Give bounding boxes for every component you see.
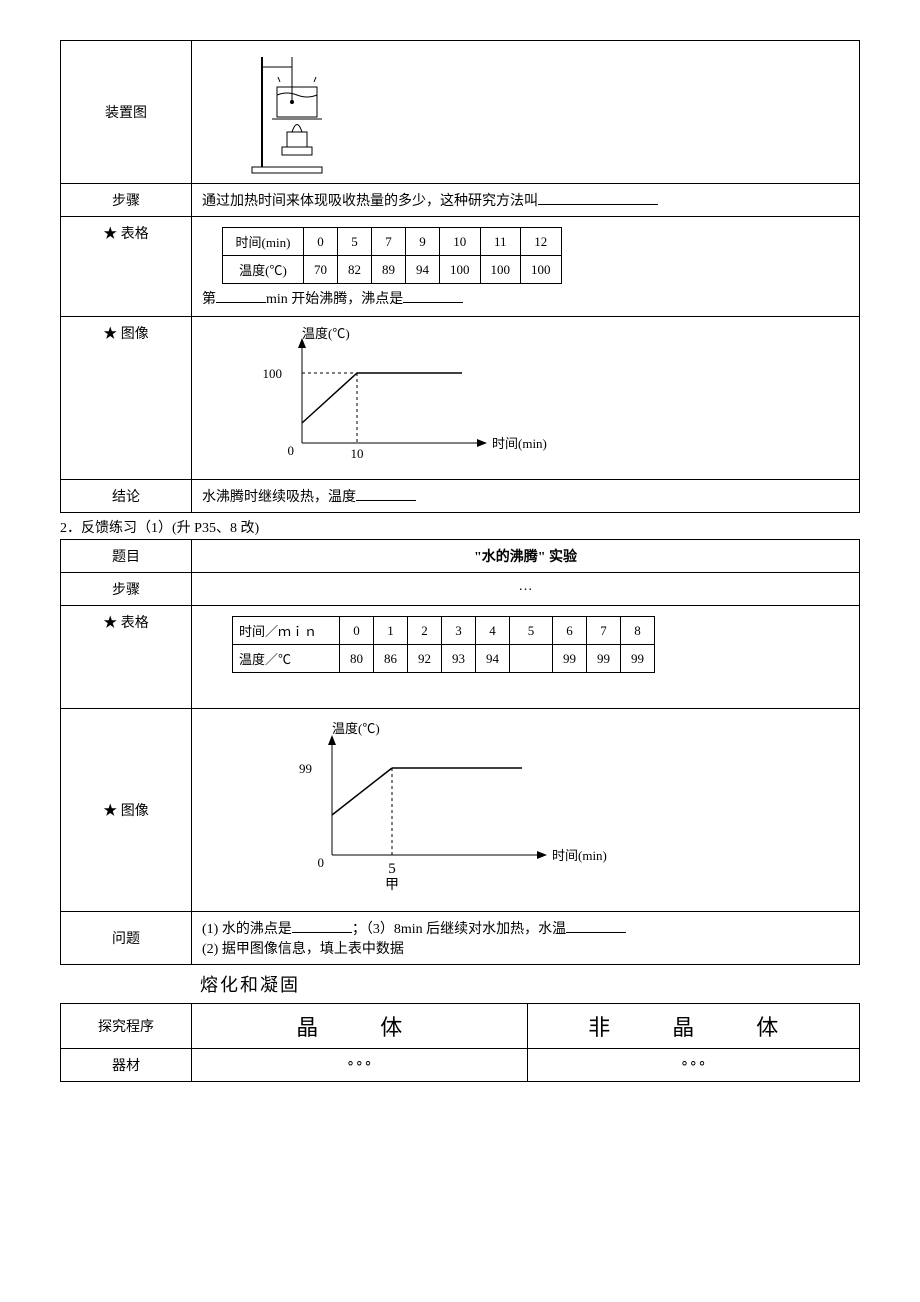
t1-temp-4: 100 [440, 256, 481, 284]
q1b: ；（3）8min 后继续对水加热，水温 [352, 922, 566, 937]
t2-time-5: 5 [510, 617, 553, 645]
boil-line: 第 min 开始沸腾，沸点是 [202, 288, 849, 308]
t2-time-7: 7 [587, 617, 621, 645]
xlabel: 时间(min) [492, 436, 547, 451]
temperature-time-chart-1: 温度(℃) 时间(min) 100 0 10 [242, 323, 562, 473]
row-step2-label: 步骤 [61, 573, 192, 606]
melting-table: 探究程序 晶 体 非 晶 体 器材 ∘∘∘ ∘∘∘ [60, 1003, 860, 1082]
row-title-content: "水的沸腾" 实验 [192, 540, 860, 573]
blank-boil-point[interactable] [403, 288, 463, 303]
t2-temp-1: 86 [374, 645, 408, 673]
t1-temp-5: 100 [480, 256, 521, 284]
t1-temp-1: 82 [338, 256, 372, 284]
t1-time-1: 5 [338, 228, 372, 256]
ylabel: 温度(℃) [302, 326, 350, 341]
svg-text:0: 0 [318, 855, 325, 870]
row-concl-content: 水沸腾时继续吸热，温度 [192, 480, 860, 513]
row-step-label: 步骤 [61, 184, 192, 217]
t2-time-1: 1 [374, 617, 408, 645]
t2-temp-7: 99 [587, 645, 621, 673]
t2-time-0: 0 [340, 617, 374, 645]
row-table-label: ★ 表格 [61, 217, 192, 317]
blank-method[interactable] [538, 190, 658, 205]
temp2-header: 温度／℃ [233, 645, 340, 673]
t2-temp-4: 94 [476, 645, 510, 673]
step-text: 通过加热时间来体现吸收热量的多少，这种研究方法叫 [202, 194, 538, 209]
t2-temp-0: 80 [340, 645, 374, 673]
t1-time-6: 12 [521, 228, 562, 256]
row-table-content: 时间(min) 0 5 7 9 10 11 12 温度(℃) 70 82 89 … [192, 217, 860, 317]
temperature-time-chart-2: 温度(℃) 时间(min) 99 0 5 甲 [252, 715, 612, 895]
t2-temp-3: 93 [442, 645, 476, 673]
t1-time-2: 7 [372, 228, 406, 256]
section-title: 熔化和凝固 [200, 971, 860, 997]
row-graph2-label: ★ 图像 [61, 709, 192, 912]
blank-bp[interactable] [292, 918, 352, 933]
svg-text:甲: 甲 [385, 878, 399, 893]
text-mid: min 开始沸腾，沸点是 [266, 292, 403, 307]
row-apparatus-content [192, 41, 860, 184]
blank-aftertemp[interactable] [566, 918, 626, 933]
row-equip-label: 器材 [61, 1049, 192, 1082]
svg-text:100: 100 [263, 366, 283, 381]
time-header: 时间(min) [223, 228, 304, 256]
apparatus-diagram-icon [232, 47, 352, 177]
row-title-label: 题目 [61, 540, 192, 573]
row-graph-label: ★ 图像 [61, 317, 192, 480]
t2-temp-8: 99 [621, 645, 655, 673]
head-noncrystal: 非 晶 体 [527, 1004, 859, 1049]
row-apparatus-label: 装置图 [61, 41, 192, 184]
blank-boil-min[interactable] [216, 288, 266, 303]
equip-noncrystal: ∘∘∘ [527, 1049, 859, 1082]
svg-text:温度(℃): 温度(℃) [332, 721, 380, 736]
row-table2-label: ★ 表格 [61, 606, 192, 709]
t2-time-6: 6 [553, 617, 587, 645]
row-table2-content: 时间／ｍｉｎ 0 1 2 3 4 5 6 7 8 温度／℃ 80 86 92 9… [192, 606, 860, 709]
t1-temp-0: 70 [304, 256, 338, 284]
equip-crystal: ∘∘∘ [192, 1049, 528, 1082]
t1-time-0: 0 [304, 228, 338, 256]
row-graph-content: 温度(℃) 时间(min) 100 0 10 [192, 317, 860, 480]
row-q-content: (1) 水的沸点是 ；（3）8min 后继续对水加热，水温 (2) 据甲图像信息，… [192, 912, 860, 965]
title-text: "水的沸腾" 实验 [474, 550, 577, 565]
q1: (1) 水的沸点是 ；（3）8min 后继续对水加热，水温 [202, 918, 849, 938]
t2-time-2: 2 [408, 617, 442, 645]
svg-text:99: 99 [299, 761, 312, 776]
t2-temp-5-blank[interactable] [510, 645, 553, 673]
head-crystal: 晶 体 [192, 1004, 528, 1049]
text-di: 第 [202, 292, 216, 307]
svg-text:0: 0 [288, 443, 295, 458]
temp-header: 温度(℃) [223, 256, 304, 284]
t2-temp-2: 92 [408, 645, 442, 673]
t1-temp-3: 94 [406, 256, 440, 284]
svg-text:10: 10 [351, 446, 364, 461]
row-step2-content: … [192, 573, 860, 606]
between-line: 2．反馈练习（1）(升 P35、8 改) [60, 517, 860, 537]
row-concl-label: 结论 [61, 480, 192, 513]
t1-temp-2: 89 [372, 256, 406, 284]
blank-concl[interactable] [356, 486, 416, 501]
row-proc-label: 探究程序 [61, 1004, 192, 1049]
t2-time-3: 3 [442, 617, 476, 645]
q2: (2) 据甲图像信息，填上表中数据 [202, 938, 849, 958]
svg-text:时间(min): 时间(min) [552, 848, 607, 863]
experiment-table-1: 装置图 [60, 40, 860, 513]
data-table-2: 时间／ｍｉｎ 0 1 2 3 4 5 6 7 8 温度／℃ 80 86 92 9… [232, 616, 655, 673]
experiment-table-2: 题目 "水的沸腾" 实验 步骤 … ★ 表格 时间／ｍｉｎ 0 1 2 3 4 … [60, 539, 860, 965]
t1-time-3: 9 [406, 228, 440, 256]
row-graph2-content: 温度(℃) 时间(min) 99 0 5 甲 [192, 709, 860, 912]
row-q-label: 问题 [61, 912, 192, 965]
t1-temp-6: 100 [521, 256, 562, 284]
t1-time-5: 11 [480, 228, 521, 256]
time2-header: 时间／ｍｉｎ [233, 617, 340, 645]
row-step-content: 通过加热时间来体现吸收热量的多少，这种研究方法叫 [192, 184, 860, 217]
svg-text:5: 5 [388, 861, 396, 877]
concl-text: 水沸腾时继续吸热，温度 [202, 490, 356, 505]
t2-time-4: 4 [476, 617, 510, 645]
t1-time-4: 10 [440, 228, 481, 256]
t2-time-8: 8 [621, 617, 655, 645]
data-table-1: 时间(min) 0 5 7 9 10 11 12 温度(℃) 70 82 89 … [222, 227, 562, 284]
q1a: (1) 水的沸点是 [202, 922, 292, 937]
t2-temp-6: 99 [553, 645, 587, 673]
